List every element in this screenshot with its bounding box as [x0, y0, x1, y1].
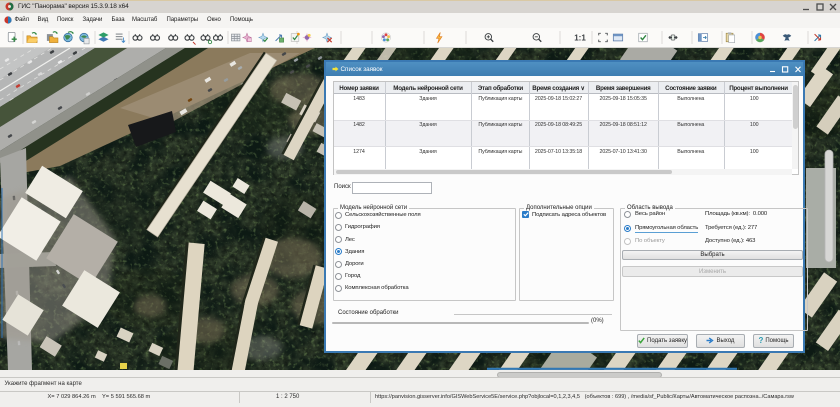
- svg-text:1:1: 1:1: [574, 34, 586, 43]
